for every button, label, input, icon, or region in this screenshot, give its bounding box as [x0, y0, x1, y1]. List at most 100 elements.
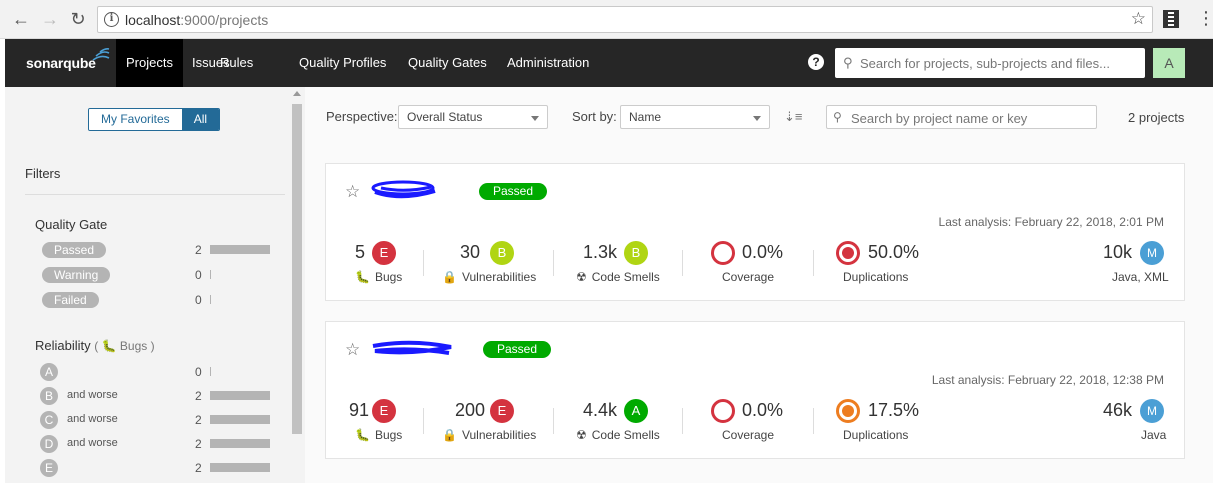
global-search-input[interactable]: ⚲ Search for projects, sub-projects and …: [835, 48, 1145, 78]
extension-icon[interactable]: [1163, 10, 1179, 28]
rating-circle: E: [40, 459, 58, 477]
filter-bar: [210, 270, 211, 279]
chevron-down-icon: [531, 116, 539, 121]
filter-bar: [210, 415, 270, 424]
logo-waves-icon: [92, 48, 110, 61]
info-icon[interactable]: i: [104, 12, 119, 27]
coverage-label: Coverage: [722, 428, 775, 442]
reliability-row-3[interactable]: Dand worse 2: [35, 434, 280, 454]
bugs-label-text: Bugs: [374, 270, 403, 284]
vulnerabilities-label: 🔒 Vulnerabilities: [442, 270, 536, 284]
all-button[interactable]: All: [181, 109, 220, 130]
sonarqube-logo[interactable]: sonarqube: [26, 48, 110, 71]
quality-gate-row-2[interactable]: Failed 0: [35, 290, 280, 310]
sort-order-icon[interactable]: ⇣≡: [784, 109, 802, 125]
bookmark-star-icon[interactable]: ☆: [1131, 9, 1146, 29]
my-favorites-button[interactable]: My Favorites: [89, 109, 182, 130]
rating-circle: A: [40, 363, 58, 381]
reliability-row-2[interactable]: Cand worse 2: [35, 410, 280, 430]
coverage-value: 0.0%: [742, 400, 784, 420]
bug-icon: 🐛: [101, 339, 117, 353]
search-icon: ⚲: [843, 55, 853, 70]
star-icon[interactable]: ☆: [345, 340, 360, 360]
top-navigation: sonarqube Projects Issues Rules Quality …: [5, 39, 1213, 87]
lock-icon: 🔒: [442, 270, 457, 284]
filter-bar: [210, 439, 270, 448]
reliability-row-1[interactable]: Band worse 2: [35, 386, 280, 406]
filter-count: 2: [195, 389, 202, 403]
nav-quality-gates[interactable]: Quality Gates: [398, 39, 497, 87]
divider: [813, 250, 814, 276]
sortby-select[interactable]: Name: [620, 105, 770, 129]
code-smells-label-text: Code Smells: [591, 428, 660, 442]
star-icon[interactable]: ☆: [345, 182, 360, 202]
help-icon[interactable]: ?: [808, 54, 824, 70]
and-worse-label: and worse: [67, 437, 118, 449]
rating-circle: D: [40, 435, 58, 453]
size-badge: M: [1140, 399, 1164, 423]
radioactive-icon: ☢: [576, 270, 587, 284]
maintainability-rating: A: [624, 399, 648, 423]
project-card: ☆ Passed Last analysis: February 22, 2018,…: [325, 321, 1185, 459]
duplications-dot: [842, 247, 854, 259]
quality-gate-status-badge: Passed: [483, 341, 552, 358]
project-search-input[interactable]: ⚲ Search by project name or key: [826, 105, 1097, 129]
projects-count: 2 projects: [1128, 110, 1185, 125]
quality-gate-row-0[interactable]: Passed 2: [35, 240, 280, 260]
reliability-row-0[interactable]: A0: [35, 362, 280, 382]
quality-gate-row-1[interactable]: Warning 0: [35, 265, 280, 285]
security-rating: B: [490, 241, 514, 265]
perspective-label: Perspective:: [326, 109, 398, 124]
code-smells-value: 1.3k: [583, 242, 618, 262]
project-name-redacted[interactable]: [371, 337, 455, 361]
reliability-row-4[interactable]: E2: [35, 458, 280, 478]
filter-count: 2: [195, 437, 202, 451]
code-smells-label-text: Code Smells: [591, 270, 660, 284]
reliability-subtitle: Bugs: [119, 339, 148, 353]
scrollbar-thumb[interactable]: [292, 104, 302, 434]
duplications-icon: [836, 399, 860, 423]
rating-circle: C: [40, 411, 58, 429]
nav-projects[interactable]: Projects: [116, 39, 183, 87]
nav-quality-profiles[interactable]: Quality Profiles: [289, 39, 396, 87]
perspective-value: Overall Status: [407, 110, 483, 124]
duplications-label: Duplications: [843, 428, 909, 442]
divider: [25, 194, 285, 195]
divider: [553, 408, 554, 434]
nav-rules[interactable]: Rules: [210, 39, 263, 87]
address-bar[interactable]: i localhost:9000/projects ☆: [97, 6, 1153, 33]
avatar[interactable]: A: [1153, 48, 1185, 78]
divider: [682, 408, 683, 434]
nav-administration[interactable]: Administration: [497, 39, 599, 87]
and-worse-label: and worse: [67, 389, 118, 401]
back-icon[interactable]: ←: [10, 8, 32, 30]
vulnerabilities-value: 200: [455, 400, 486, 420]
last-analysis-date: Last analysis: February 22, 2018, 12:38 …: [931, 373, 1164, 387]
forward-icon[interactable]: →: [39, 8, 61, 30]
duplications-dot: [842, 405, 854, 417]
bugs-label: 🐛 Bugs: [355, 270, 402, 284]
bug-icon: 🐛: [355, 270, 370, 284]
quality-gate-title: Quality Gate: [35, 217, 108, 232]
project-name-redacted[interactable]: [371, 179, 441, 203]
perspective-select[interactable]: Overall Status: [398, 105, 548, 129]
scroll-up-icon[interactable]: [293, 91, 301, 96]
filters-sidebar: My Favorites All Filters Quality Gate Pa…: [5, 87, 289, 483]
languages-label: Java, XML: [1112, 270, 1169, 284]
filter-count: 2: [195, 413, 202, 427]
lines-of-code-value: 10k: [1103, 242, 1133, 262]
divider: [423, 250, 424, 276]
code-smells-label: ☢ Code Smells: [576, 428, 660, 442]
filter-count: 0: [195, 293, 202, 307]
filter-count: 0: [195, 268, 202, 282]
filter-count: 2: [195, 461, 202, 475]
reload-icon[interactable]: ↻: [67, 8, 89, 30]
sidebar-scrollbar[interactable]: [289, 87, 305, 483]
favorites-toggle: My Favorites All: [88, 108, 221, 131]
browser-toolbar: ← → ↻ i localhost:9000/projects ☆ ⋮: [0, 0, 1213, 39]
reliability-rating: E: [372, 399, 396, 423]
rating-circle: B: [40, 387, 58, 405]
languages-label: Java: [1141, 428, 1167, 442]
coverage-ring-icon: [711, 241, 735, 265]
browser-menu-icon[interactable]: ⋮: [1197, 8, 1213, 28]
